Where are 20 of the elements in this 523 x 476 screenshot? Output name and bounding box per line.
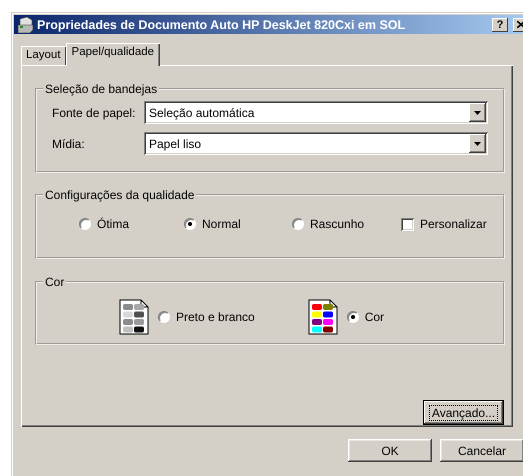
dropdown-field[interactable]: Seleção automática xyxy=(144,101,488,124)
field-label: Fonte de papel: xyxy=(51,106,136,120)
radio-label[interactable]: Rascunho xyxy=(310,217,364,231)
radio-label[interactable]: Preto e branco xyxy=(176,310,255,324)
dialog-button[interactable]: Cancelar xyxy=(440,439,523,462)
checkbox-label[interactable]: Personalizar xyxy=(420,217,487,231)
window-title: Propriedades de Documento Auto HP DeskJet 820Cxi em SOL xyxy=(37,18,406,32)
group-title: Seleção de bandejas xyxy=(44,82,158,96)
field-label: Mídia: xyxy=(51,136,86,150)
help-button[interactable]: ? xyxy=(492,18,508,32)
radio-label[interactable]: Normal xyxy=(202,217,241,231)
radio-label[interactable]: Ótima xyxy=(97,217,130,231)
dropdown-field[interactable]: Papel liso xyxy=(144,132,488,155)
group-title: Cor xyxy=(44,275,66,289)
advanced-button[interactable]: Avançado... xyxy=(423,400,504,425)
group-title: Configurações da qualidade xyxy=(44,188,196,202)
tab[interactable]: Papel/qualidade xyxy=(66,43,160,66)
tab[interactable]: Layout xyxy=(21,46,66,65)
dialog-button[interactable]: OK xyxy=(348,439,432,462)
radio-label[interactable]: Cor xyxy=(364,310,384,324)
